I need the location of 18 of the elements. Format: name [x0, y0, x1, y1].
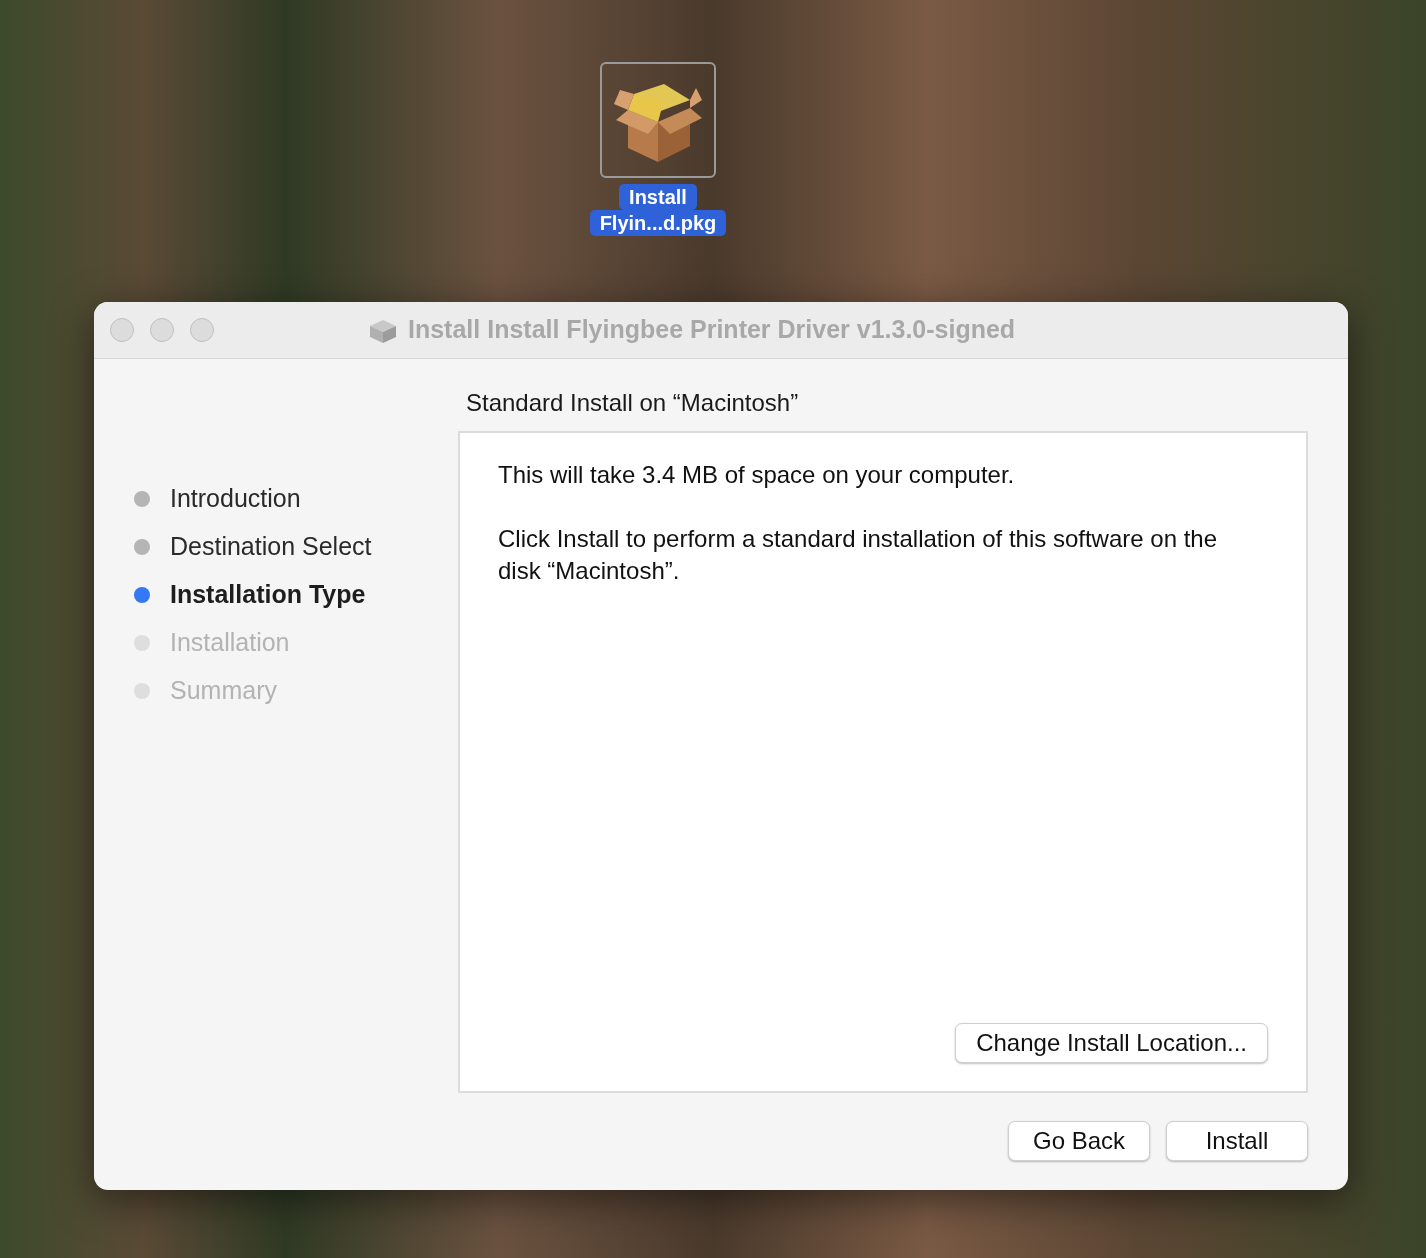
file-icon[interactable] [600, 62, 716, 178]
step-label: Summary [170, 675, 277, 707]
window-title: Install Install Flyingbee Printer Driver v1.3.0-signed [408, 314, 1016, 346]
change-location-button[interactable]: Change Install Location... [955, 1023, 1268, 1063]
step-label: Destination Select [170, 531, 372, 563]
window-control-button[interactable] [150, 318, 174, 342]
step-label: Introduction [170, 483, 301, 515]
file-name: Flyin...d.pkg [589, 210, 727, 236]
file-name: Install [619, 184, 697, 210]
window-control-button[interactable] [110, 318, 134, 342]
body-text: Click Install to perform a standard installation of this software on the disk “Macintosh”. [498, 524, 1218, 586]
body-text: This will take 3.4 MB of space on your computer. [498, 460, 1016, 490]
step-label: Installation Type [170, 579, 366, 611]
footer-button[interactable]: Install [1166, 1121, 1308, 1161]
section-heading: Standard Install on “Macintosh” [466, 388, 800, 418]
footer-button[interactable]: Go Back [1008, 1121, 1150, 1161]
step-label: Installation [170, 627, 290, 659]
window-control-button[interactable] [190, 318, 214, 342]
